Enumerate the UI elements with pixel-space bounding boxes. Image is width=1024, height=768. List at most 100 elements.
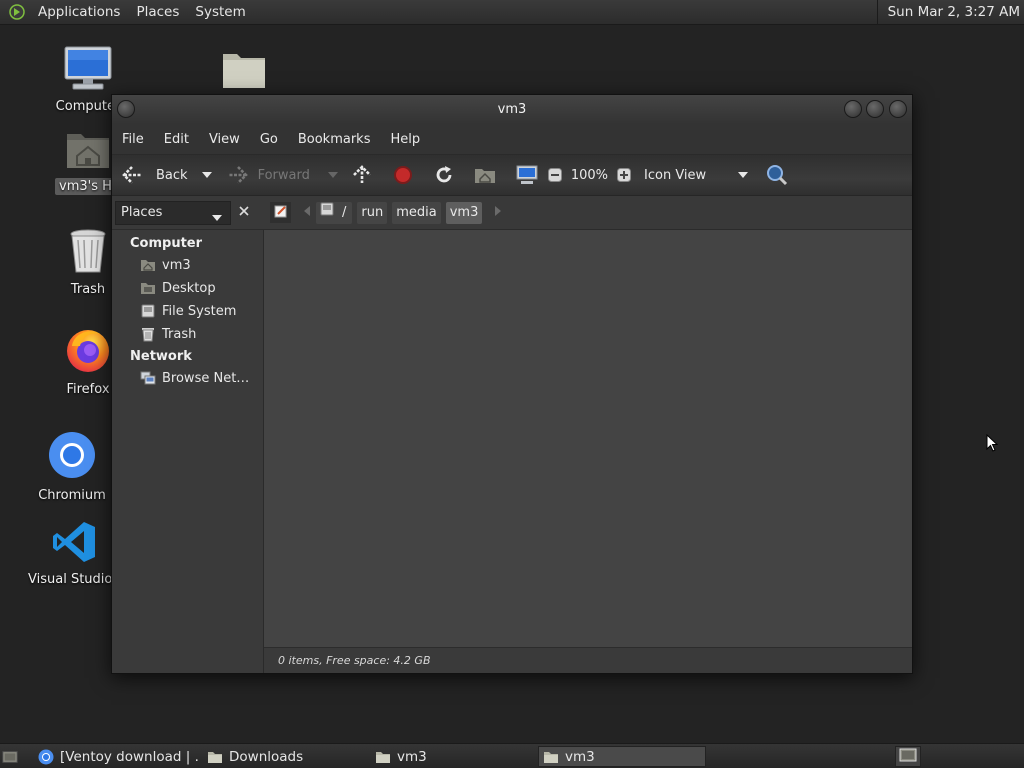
network-icon [140, 370, 156, 386]
maximize-button[interactable] [866, 100, 884, 118]
taskbar-item-vm3-active[interactable]: vm3 [538, 746, 706, 767]
window-title: vm3 [497, 102, 527, 117]
caret-down-icon [738, 172, 749, 178]
computer-icon [516, 165, 538, 185]
workspace-icon [899, 748, 917, 766]
top-panel: Applications Places System Sun Mar 2, 3:… [0, 0, 1024, 25]
crumb-media[interactable]: media [392, 201, 441, 224]
folder-icon [207, 749, 223, 765]
search-icon [766, 164, 788, 186]
taskbar-item-vm3[interactable]: vm3 [375, 746, 535, 767]
main-pane: 0 items, Free space: 4.2 GB [264, 230, 912, 673]
chromium-icon [47, 430, 97, 484]
clock[interactable]: Sun Mar 2, 3:27 AM [876, 0, 1020, 25]
sidebar-item-trash[interactable]: Trash [112, 323, 263, 346]
stop-button[interactable] [393, 165, 413, 185]
view-mode-select[interactable]: Icon View [644, 168, 749, 183]
chromium-icon [38, 749, 54, 765]
back-button[interactable]: Back [122, 165, 188, 185]
minimize-button[interactable] [844, 100, 862, 118]
edit-icon [274, 204, 288, 222]
forward-arrow-icon [226, 165, 248, 185]
close-button[interactable] [889, 100, 907, 118]
close-icon [239, 205, 249, 220]
workspace-switcher[interactable] [895, 746, 921, 767]
home-folder-icon [65, 128, 111, 174]
distro-logo-icon[interactable] [8, 3, 26, 21]
reload-icon [434, 165, 454, 185]
up-arrow-icon [352, 165, 372, 185]
forward-history-dropdown[interactable] [327, 172, 338, 178]
bottom-panel: [Ventoy download | … Downloads vm3 vm3 [0, 743, 1024, 768]
close-sidebar-button[interactable] [233, 201, 255, 225]
caret-down-icon [327, 172, 338, 178]
sidebar-item-vm3[interactable]: vm3 [112, 254, 263, 277]
back-history-dropdown[interactable] [201, 172, 212, 178]
sidebar-item-browse-network[interactable]: Browse Net… [112, 367, 263, 390]
desktop-icon-label: Trash [70, 282, 106, 297]
vscode-icon [51, 520, 97, 568]
applications-menu[interactable]: Applications [30, 0, 128, 25]
sidebar-item-desktop[interactable]: Desktop [112, 277, 263, 300]
zoom-in-button[interactable] [617, 168, 632, 182]
folder-icon [543, 749, 559, 765]
firefox-icon [64, 326, 112, 378]
desktop-icon-vscode[interactable]: Visual Studio Code [28, 520, 120, 587]
sidebar-type-select[interactable]: Places [115, 200, 231, 225]
computer-icon [63, 45, 113, 95]
reload-button[interactable] [434, 165, 454, 185]
menu-view[interactable]: View [203, 132, 246, 147]
caret-down-icon [201, 172, 212, 178]
desktop-icon-folder[interactable] [199, 48, 289, 94]
drive-icon [140, 303, 156, 319]
crumb-vm3[interactable]: vm3 [445, 201, 483, 224]
folder-icon [375, 749, 391, 765]
zoom-out-button[interactable] [547, 168, 562, 182]
search-button[interactable] [766, 164, 788, 186]
menu-edit[interactable]: Edit [158, 132, 195, 147]
sidebar-header-computer: Computer [130, 236, 203, 251]
window-titlebar[interactable]: vm3 [112, 95, 912, 124]
back-arrow-icon [122, 165, 144, 185]
computer-button[interactable] [516, 165, 538, 185]
show-desktop-icon [2, 749, 18, 765]
caret-down-icon [212, 210, 222, 225]
file-icon-view[interactable] [264, 230, 912, 647]
crumb-scroll-left[interactable] [304, 205, 310, 220]
taskbar-item-downloads[interactable]: Downloads [207, 746, 367, 767]
menu-file[interactable]: File [116, 132, 150, 147]
window-menu-button[interactable] [117, 100, 135, 118]
home-button[interactable] [474, 166, 496, 184]
forward-button[interactable]: Forward [226, 165, 310, 185]
menu-go[interactable]: Go [254, 132, 284, 147]
menubar: File Edit View Go Bookmarks Help [112, 124, 912, 154]
toggle-location-entry-button[interactable] [270, 202, 291, 223]
zoom-out-icon [547, 168, 562, 182]
menu-bookmarks[interactable]: Bookmarks [292, 132, 377, 147]
desktop-icon-label: Visual Studio Code [28, 572, 120, 587]
mouse-cursor-icon [986, 433, 999, 456]
drive-icon [320, 202, 334, 224]
crumb-root[interactable]: / [316, 201, 353, 224]
places-menu[interactable]: Places [128, 0, 187, 25]
system-menu[interactable]: System [187, 0, 253, 25]
status-bar: 0 items, Free space: 4.2 GB [264, 647, 912, 673]
desktop-icon-label: Chromium [38, 488, 106, 503]
crumb-scroll-right[interactable] [495, 205, 502, 220]
home-folder-icon [474, 166, 496, 184]
zoom-in-icon [617, 168, 632, 182]
show-desktop-button[interactable] [2, 746, 24, 767]
menu-help[interactable]: Help [384, 132, 426, 147]
desktop-icon-chromium[interactable]: Chromium [27, 430, 117, 503]
places-sidebar: Computer vm3 Desktop File System Trash N… [112, 230, 264, 673]
sidebar-item-file-system[interactable]: File System [112, 300, 263, 323]
crumb-run[interactable]: run [357, 201, 388, 224]
desktop-icon [140, 280, 156, 296]
taskbar-item-browser[interactable]: [Ventoy download | … [38, 746, 200, 767]
sidebar-header-network: Network [130, 349, 192, 364]
toolbar: Back Forward 100% Icon View [112, 154, 912, 196]
trash-icon [140, 326, 156, 342]
folder-icon [221, 48, 267, 94]
stop-icon [393, 165, 413, 185]
up-button[interactable] [352, 165, 372, 185]
